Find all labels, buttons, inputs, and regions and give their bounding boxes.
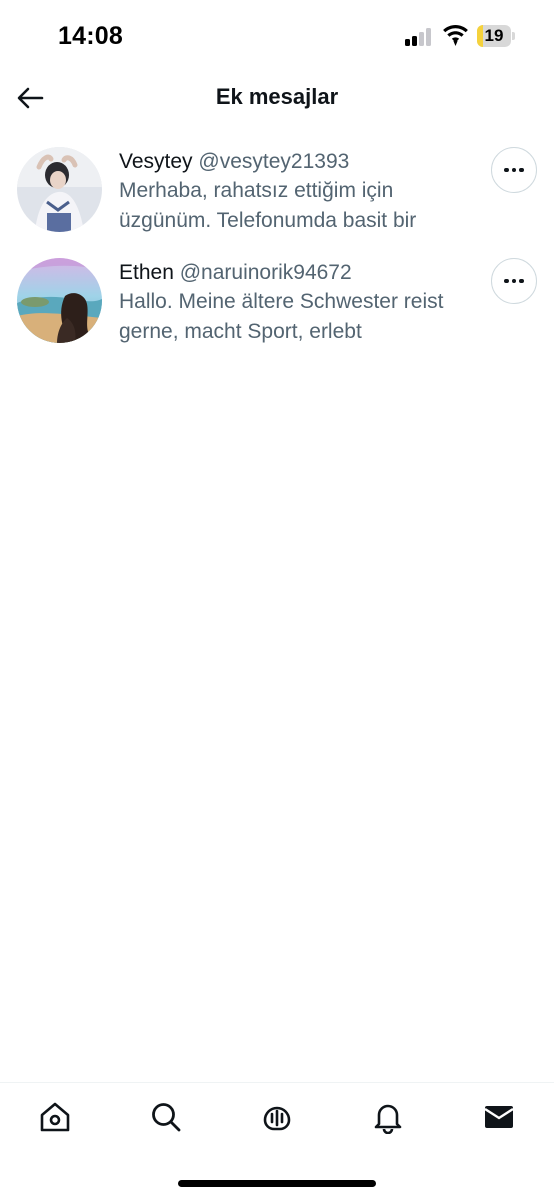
messages-icon [484, 1106, 514, 1128]
more-dot [504, 167, 509, 173]
spaces-icon [263, 1106, 291, 1131]
wifi-icon [442, 25, 469, 46]
avatar[interactable] [17, 147, 102, 232]
message-preview: Merhaba, rahatsız ettiğim için üzgünüm. … [119, 179, 417, 232]
nav-search[interactable] [148, 1099, 184, 1135]
header: Ek mesajlar [0, 72, 554, 126]
status-bar: 14:08 19 [0, 0, 554, 72]
avatar[interactable] [17, 258, 102, 343]
nav-spaces[interactable] [259, 1099, 295, 1135]
status-time: 14:08 [58, 22, 123, 50]
display-name: Ethen [119, 261, 174, 284]
battery-level: 19 [484, 26, 504, 45]
home-icon [40, 1102, 70, 1132]
name-line: Vesytey @vesytey21393 [119, 148, 479, 176]
more-dot [519, 167, 524, 173]
message-preview: Hallo. Meine ältere Schwester reist gern… [119, 290, 444, 343]
page-title: Ek mesajlar [215, 84, 339, 109]
more-dot [511, 278, 517, 284]
user-handle: @vesytey21393 [198, 150, 350, 173]
display-name: Vesytey [119, 150, 193, 173]
list-item[interactable]: Ethen @naruinorik94672 Hallo. Meine älte… [0, 251, 554, 362]
item-text: Vesytey @vesytey21393 Merhaba, rahatsız … [119, 148, 479, 236]
more-dot [519, 278, 524, 284]
nav-notifications[interactable] [370, 1099, 406, 1135]
item-text: Ethen @naruinorik94672 Hallo. Meine älte… [119, 259, 479, 347]
notifications-icon [374, 1104, 402, 1134]
more-dot [504, 278, 509, 284]
more-dot [511, 167, 517, 173]
bottom-nav [0, 1082, 554, 1152]
user-handle: @naruinorik94672 [179, 261, 352, 284]
search-icon [152, 1103, 181, 1132]
cellular-signal-icon [405, 28, 433, 46]
more-options-button[interactable] [491, 258, 537, 304]
name-line: Ethen @naruinorik94672 [119, 259, 479, 287]
battery-icon: 19 [477, 25, 515, 47]
home-indicator[interactable] [178, 1180, 376, 1187]
more-options-button[interactable] [491, 147, 537, 193]
nav-messages[interactable] [481, 1099, 517, 1135]
message-request-list: Vesytey @vesytey21393 Merhaba, rahatsız … [0, 140, 554, 362]
nav-home[interactable] [37, 1099, 73, 1135]
list-item[interactable]: Vesytey @vesytey21393 Merhaba, rahatsız … [0, 140, 554, 251]
